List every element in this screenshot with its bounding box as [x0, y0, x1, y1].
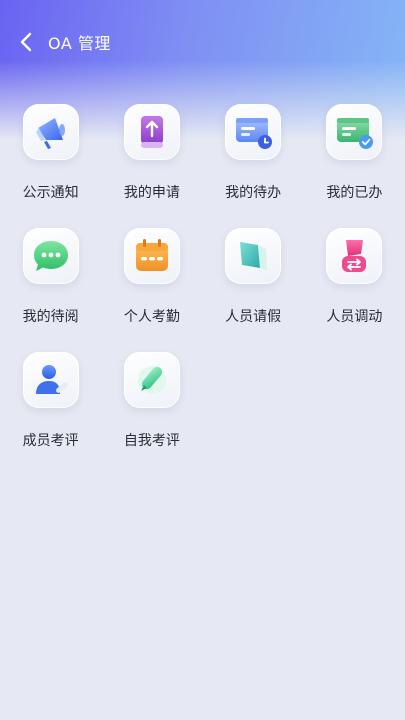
tile — [326, 228, 383, 284]
menu-item-member-evaluation[interactable]: 成员考评 — [0, 352, 101, 464]
tile — [123, 228, 180, 284]
pending-tasks-icon — [236, 118, 273, 149]
tile — [225, 104, 282, 160]
menu-item-announcements[interactable]: 公示通知 — [0, 104, 101, 216]
menu-label: 人员请假 — [225, 309, 282, 325]
menu-label: 我的待办 — [225, 185, 282, 201]
menu-item-my-to-read[interactable]: 我的待阅 — [0, 228, 101, 340]
menu-grid: 公示通知 我的申请 我的待办 我的已办 我的待阅 个人考勤 人员请假 人员调动 … — [0, 104, 405, 464]
oa-management-page: OA 管理 公示通知 我的申请 我的待办 我的已办 我的待阅 个人考勤 人员请假… — [0, 0, 405, 720]
tile — [123, 104, 180, 160]
menu-label: 公示通知 — [22, 185, 79, 201]
menu-item-transfer[interactable]: 人员调动 — [304, 228, 405, 340]
user-edit-icon — [35, 365, 68, 394]
menu-item-self-evaluation[interactable]: 自我考评 — [101, 352, 202, 464]
menu-item-leave[interactable]: 人员请假 — [203, 228, 304, 340]
tile — [123, 352, 180, 408]
menu-label: 我的已办 — [326, 185, 383, 201]
menu-item-my-applications[interactable]: 我的申请 — [101, 104, 202, 216]
leave-flag-icon — [240, 242, 268, 271]
calendar-icon — [135, 239, 168, 271]
megaphone-icon — [35, 118, 65, 149]
tile — [22, 104, 79, 160]
menu-item-my-done[interactable]: 我的已办 — [304, 104, 405, 216]
upload-book-icon — [140, 116, 163, 148]
menu-item-my-todo[interactable]: 我的待办 — [203, 104, 304, 216]
menu-label: 我的待阅 — [22, 309, 79, 325]
menu-label: 个人考勤 — [123, 309, 180, 325]
done-tasks-icon — [337, 118, 374, 149]
menu-label: 我的申请 — [123, 185, 180, 201]
menu-label: 人员调动 — [326, 309, 383, 325]
tile — [326, 104, 383, 160]
transfer-icon — [342, 240, 367, 272]
menu-label: 自我考评 — [123, 433, 180, 449]
tile — [22, 352, 79, 408]
tile — [22, 228, 79, 284]
menu-label: 成员考评 — [22, 433, 79, 449]
menu-item-attendance[interactable]: 个人考勤 — [101, 228, 202, 340]
tile — [225, 228, 282, 284]
back-button[interactable] — [4, 22, 48, 62]
chevron-left-icon — [20, 32, 32, 52]
top-bar: OA 管理 — [0, 22, 405, 62]
chat-bubble-icon — [33, 241, 68, 271]
pen-icon — [137, 366, 166, 394]
page-title: OA 管理 — [48, 34, 111, 53]
